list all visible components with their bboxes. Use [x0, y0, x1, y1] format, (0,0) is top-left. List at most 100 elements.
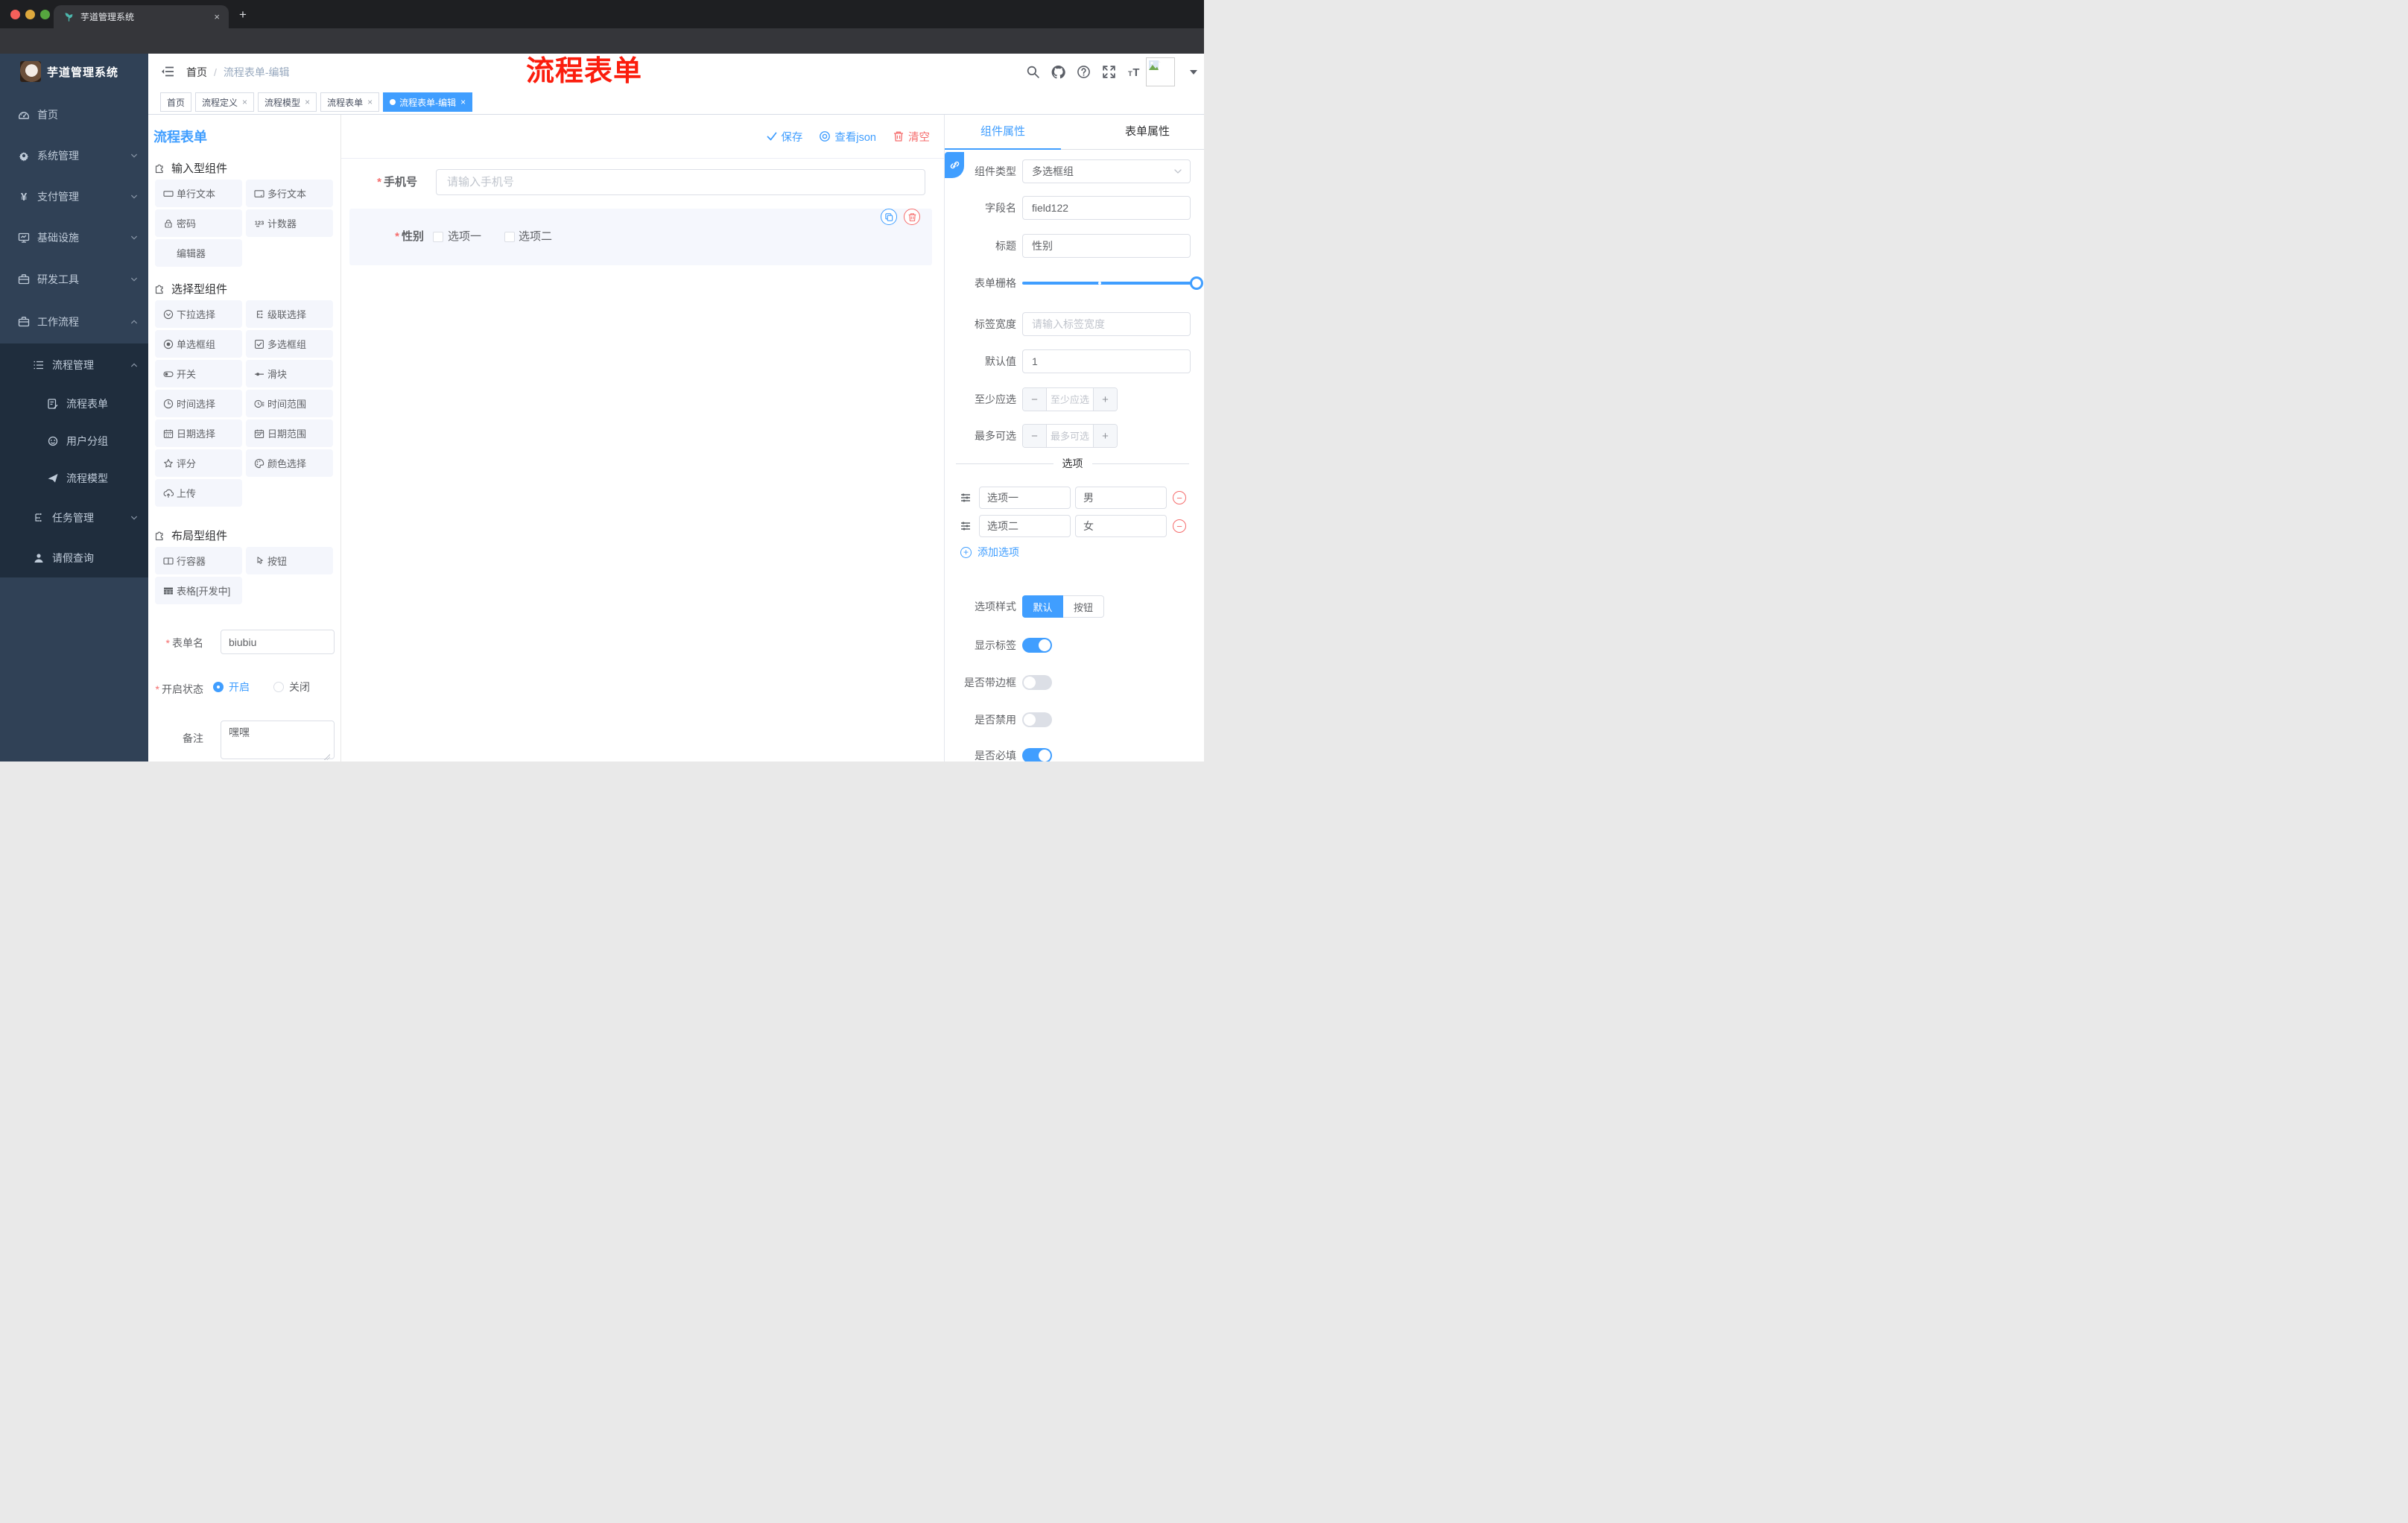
- sidebar-item-devtools[interactable]: 研发工具: [0, 261, 148, 298]
- sidebar-item-process-form[interactable]: 流程表单: [0, 385, 148, 422]
- fullscreen-icon[interactable]: [1102, 65, 1116, 79]
- new-tab-button[interactable]: +: [237, 8, 249, 21]
- option-1-value-input[interactable]: [1075, 487, 1167, 509]
- style-default-button[interactable]: 默认: [1022, 595, 1063, 618]
- palette-item-slider[interactable]: 滑块: [246, 360, 333, 387]
- add-option-button[interactable]: + 添加选项: [960, 543, 1019, 561]
- window-close-button[interactable]: [10, 10, 20, 19]
- sidebar-collapse-icon[interactable]: [161, 65, 174, 78]
- checkbox-option-2[interactable]: [504, 232, 515, 242]
- status-radio-on[interactable]: 开启: [213, 680, 250, 694]
- close-icon[interactable]: ×: [305, 97, 310, 107]
- plus-button[interactable]: +: [1093, 425, 1117, 447]
- tag-process-form[interactable]: 流程表单 ×: [320, 92, 380, 112]
- breadcrumb-home[interactable]: 首页: [186, 65, 207, 80]
- palette-item-switch[interactable]: 开关: [155, 360, 242, 387]
- save-button[interactable]: 保存: [767, 129, 802, 145]
- palette-item-time-range[interactable]: 时间范围: [246, 390, 333, 417]
- palette-item-single-text[interactable]: 单行文本: [155, 180, 242, 207]
- option-2-label-input[interactable]: [979, 515, 1071, 537]
- palette-item-date-range[interactable]: 日期范围: [246, 419, 333, 447]
- palette-item-checkbox-group[interactable]: 多选框组: [246, 330, 333, 358]
- palette-item-date[interactable]: 日期选择: [155, 419, 242, 447]
- minus-button[interactable]: −: [1023, 425, 1047, 447]
- max-select-input[interactable]: [1047, 425, 1093, 447]
- sidebar-logo[interactable]: 芋道管理系统: [0, 61, 118, 82]
- tag-process-model[interactable]: 流程模型 ×: [258, 92, 317, 112]
- phone-field-input[interactable]: [436, 169, 925, 195]
- sidebar-item-system[interactable]: 系统管理: [0, 137, 148, 174]
- sidebar-item-home[interactable]: 首页: [0, 96, 148, 133]
- slider-handle[interactable]: [1190, 276, 1203, 290]
- delete-component-button[interactable]: [904, 209, 920, 225]
- title-input[interactable]: [1022, 234, 1191, 258]
- sidebar-item-infra[interactable]: 基础设施: [0, 219, 148, 256]
- palette-item-multi-text[interactable]: 多行文本: [246, 180, 333, 207]
- tag-home[interactable]: 首页: [160, 92, 192, 112]
- palette-item-table[interactable]: 表格[开发中]: [155, 577, 242, 604]
- close-icon[interactable]: ×: [460, 97, 466, 107]
- minus-button[interactable]: −: [1023, 388, 1047, 411]
- show-label-switch[interactable]: [1022, 638, 1052, 653]
- status-radio-off[interactable]: 关闭: [273, 680, 310, 694]
- drag-handle-icon[interactable]: [960, 520, 972, 532]
- remove-option-button[interactable]: −: [1173, 519, 1186, 533]
- sidebar-item-process-mgmt[interactable]: 流程管理: [0, 346, 148, 384]
- tab-close-icon[interactable]: ×: [214, 11, 220, 22]
- search-icon[interactable]: [1026, 65, 1040, 79]
- copy-component-button[interactable]: [881, 209, 897, 225]
- palette-item-editor[interactable]: 编辑器: [155, 239, 242, 267]
- tab-component-props[interactable]: 组件属性: [945, 115, 1061, 149]
- checkbox-label-2[interactable]: 选项二: [519, 229, 552, 245]
- style-button-button[interactable]: 按钮: [1063, 595, 1104, 618]
- palette-item-select[interactable]: 下拉选择: [155, 300, 242, 328]
- palette-item-upload[interactable]: 上传: [155, 479, 242, 507]
- avatar-caret-down-icon[interactable]: [1190, 70, 1197, 75]
- label-width-input[interactable]: [1022, 312, 1191, 336]
- palette-item-password[interactable]: 密码: [155, 209, 242, 237]
- sidebar-item-workflow[interactable]: 工作流程: [0, 303, 148, 341]
- selected-component-gender[interactable]: 性别 选项一 选项二: [349, 209, 932, 265]
- sidebar-item-task-mgmt[interactable]: 任务管理: [0, 499, 148, 536]
- remove-option-button[interactable]: −: [1173, 491, 1186, 504]
- palette-item-row-container[interactable]: 行容器: [155, 547, 242, 574]
- remark-textarea[interactable]: 嘿嘿: [221, 721, 335, 759]
- min-select-input[interactable]: [1047, 388, 1093, 411]
- option-1-label-input[interactable]: [979, 487, 1071, 509]
- component-type-select[interactable]: 多选框组: [1022, 159, 1191, 183]
- palette-item-counter[interactable]: 计数器: [246, 209, 333, 237]
- sidebar-item-leave-query[interactable]: 请假查询: [0, 539, 148, 577]
- tab-form-props[interactable]: 表单属性: [1089, 115, 1204, 149]
- close-icon[interactable]: ×: [367, 97, 373, 107]
- github-icon[interactable]: [1051, 65, 1065, 79]
- window-minimize-button[interactable]: [25, 10, 35, 19]
- field-name-input[interactable]: [1022, 196, 1191, 220]
- form-name-input[interactable]: [221, 630, 335, 654]
- view-json-button[interactable]: 查看json: [819, 129, 876, 145]
- palette-item-time[interactable]: 时间选择: [155, 390, 242, 417]
- window-zoom-button[interactable]: [40, 10, 50, 19]
- resize-handle-icon[interactable]: [324, 754, 330, 760]
- font-size-icon[interactable]: [1127, 65, 1141, 79]
- default-value-input[interactable]: [1022, 349, 1191, 373]
- border-switch[interactable]: [1022, 675, 1052, 690]
- browser-tab[interactable]: 芋道管理系统 ×: [54, 5, 229, 28]
- palette-item-cascader[interactable]: 级联选择: [246, 300, 333, 328]
- palette-item-button[interactable]: 按钮: [246, 547, 333, 574]
- palette-item-radio-group[interactable]: 单选框组: [155, 330, 242, 358]
- disabled-switch[interactable]: [1022, 712, 1052, 727]
- drag-handle-icon[interactable]: [960, 492, 972, 504]
- close-icon[interactable]: ×: [242, 97, 247, 107]
- sidebar-item-user-group[interactable]: 用户分组: [0, 422, 148, 460]
- avatar[interactable]: [1146, 57, 1175, 86]
- clear-button[interactable]: 清空: [893, 129, 930, 145]
- tag-process-form-edit[interactable]: 流程表单-编辑 ×: [383, 92, 473, 112]
- option-2-value-input[interactable]: [1075, 515, 1167, 537]
- sidebar-item-process-model[interactable]: 流程模型: [0, 460, 148, 497]
- palette-item-color[interactable]: 颜色选择: [246, 449, 333, 477]
- slider-track[interactable]: [1022, 282, 1194, 285]
- required-switch[interactable]: [1022, 748, 1052, 762]
- checkbox-label-1[interactable]: 选项一: [448, 229, 481, 245]
- help-icon[interactable]: [1077, 65, 1091, 79]
- palette-item-rate[interactable]: 评分: [155, 449, 242, 477]
